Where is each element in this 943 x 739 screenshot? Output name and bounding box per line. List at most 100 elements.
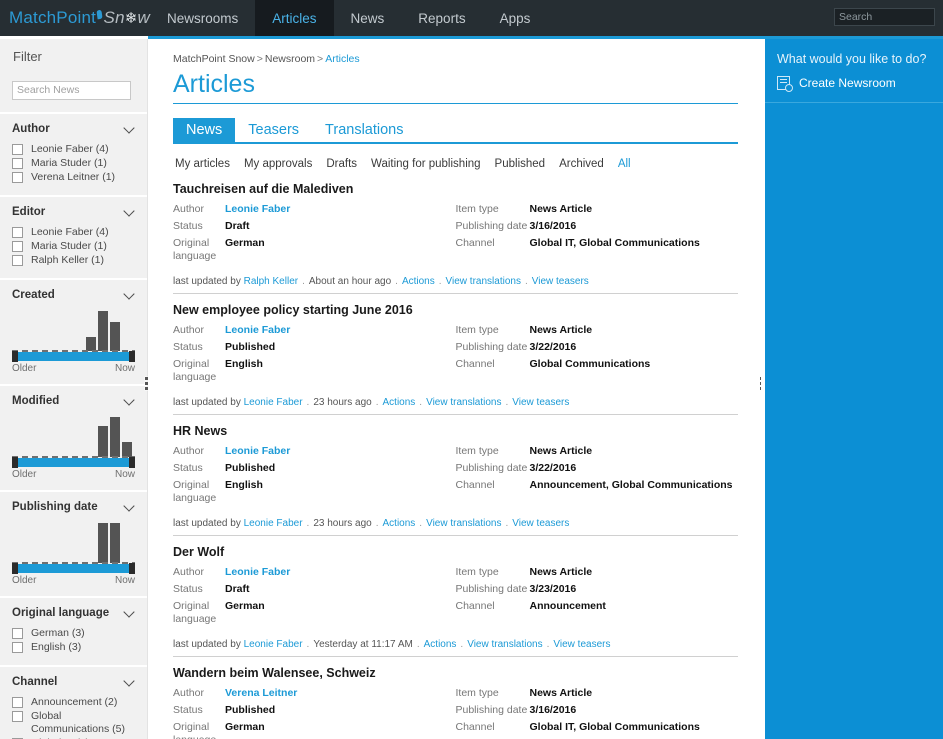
filter-section-author-header[interactable]: Author bbox=[12, 123, 135, 135]
article-author-value[interactable]: Leonie Faber bbox=[225, 566, 290, 580]
nav-tab-news[interactable]: News bbox=[334, 0, 402, 36]
article-view-teasers-link[interactable]: View teasers bbox=[512, 518, 569, 529]
filter-option-editor-0[interactable]: Leonie Faber (4) bbox=[12, 226, 135, 239]
filter-option-author-1[interactable]: Maria Studer (1) bbox=[12, 157, 135, 170]
article-title[interactable]: Wandern beim Walensee, Schweiz bbox=[173, 666, 738, 680]
range-slider-track[interactable] bbox=[12, 455, 135, 468]
slider-handle-left[interactable] bbox=[12, 562, 18, 574]
subnav-my-articles[interactable]: My articles bbox=[175, 158, 230, 170]
checkbox[interactable] bbox=[12, 627, 23, 639]
nav-tab-articles[interactable]: Articles bbox=[255, 0, 334, 36]
checkbox[interactable] bbox=[12, 240, 23, 252]
range-slider-track[interactable] bbox=[12, 349, 135, 362]
range-slider-track[interactable] bbox=[12, 561, 135, 574]
filter-option-editor-2[interactable]: Ralph Keller (1) bbox=[12, 254, 135, 267]
subnav-all[interactable]: All bbox=[618, 158, 631, 170]
slider-handle-right[interactable] bbox=[129, 562, 135, 574]
chevron-down-icon[interactable] bbox=[124, 395, 135, 406]
article-title[interactable]: Der Wolf bbox=[173, 545, 738, 559]
subnav-published[interactable]: Published bbox=[495, 158, 546, 170]
filter-section-channel-header[interactable]: Channel bbox=[12, 676, 135, 688]
filter-section-title: Editor bbox=[12, 205, 46, 218]
article-view-teasers-link[interactable]: View teasers bbox=[532, 276, 589, 287]
tab-translations[interactable]: Translations bbox=[312, 118, 416, 142]
breadcrumb-item-articles[interactable]: Articles bbox=[325, 53, 359, 65]
tab-news[interactable]: News bbox=[173, 118, 236, 142]
breadcrumb-item-newsroom[interactable]: Newsroom bbox=[265, 53, 315, 65]
filter-search-input[interactable] bbox=[12, 80, 131, 100]
checkbox[interactable] bbox=[12, 641, 23, 653]
filter-option-editor-1[interactable]: Maria Studer (1) bbox=[12, 240, 135, 253]
article-updated-by[interactable]: Ralph Keller bbox=[244, 276, 298, 287]
filter-section-original-language-header[interactable]: Original language bbox=[12, 607, 135, 619]
slider-handle-right[interactable] bbox=[129, 350, 135, 362]
filter-option-language-1[interactable]: English (3) bbox=[12, 641, 135, 654]
article-title[interactable]: HR News bbox=[173, 424, 738, 438]
nav-tab-reports[interactable]: Reports bbox=[401, 0, 482, 36]
nav-tab-apps[interactable]: Apps bbox=[483, 0, 548, 36]
subnav-drafts[interactable]: Drafts bbox=[326, 158, 357, 170]
chevron-down-icon[interactable] bbox=[124, 289, 135, 300]
checkbox[interactable] bbox=[12, 157, 23, 169]
article-updated-by[interactable]: Leonie Faber bbox=[244, 397, 303, 408]
publishing-date-histogram-slider[interactable]: Older Now bbox=[12, 521, 135, 586]
article-channel-row: Channel Global Communications bbox=[456, 358, 739, 372]
filter-section-modified-header[interactable]: Modified bbox=[12, 395, 135, 407]
article-actions-link[interactable]: Actions bbox=[383, 518, 416, 529]
article-title[interactable]: New employee policy starting June 2016 bbox=[173, 303, 738, 317]
filter-option-language-0[interactable]: German (3) bbox=[12, 627, 135, 640]
article-author-value[interactable]: Leonie Faber bbox=[225, 324, 290, 338]
filter-option-channel-1[interactable]: Global Communications (5) bbox=[12, 710, 135, 736]
article-title[interactable]: Tauchreisen auf die Malediven bbox=[173, 182, 738, 196]
global-search-input[interactable] bbox=[834, 8, 935, 26]
created-histogram-slider[interactable]: Older Now bbox=[12, 309, 135, 374]
checkbox[interactable] bbox=[12, 710, 23, 722]
subnav-waiting-for-publishing[interactable]: Waiting for publishing bbox=[371, 158, 481, 170]
filter-section-publishing-date-header[interactable]: Publishing date bbox=[12, 501, 135, 513]
create-newsroom-action[interactable]: Create Newsroom bbox=[777, 76, 943, 92]
article-view-translations-link[interactable]: View translations bbox=[426, 518, 501, 529]
app-logo[interactable]: MatchPoint Sn❄w bbox=[0, 0, 150, 36]
filter-section-created-header[interactable]: Created bbox=[12, 289, 135, 301]
article-author-value[interactable]: Verena Leitner bbox=[225, 687, 297, 701]
article-view-teasers-link[interactable]: View teasers bbox=[512, 397, 569, 408]
article-view-translations-link[interactable]: View translations bbox=[467, 639, 542, 650]
checkbox[interactable] bbox=[12, 696, 23, 708]
breadcrumb: MatchPoint Snow > Newsroom > Articles bbox=[173, 53, 738, 65]
article-actions-link[interactable]: Actions bbox=[383, 397, 416, 408]
article-actions-link[interactable]: Actions bbox=[424, 639, 457, 650]
filter-option-author-0[interactable]: Leonie Faber (4) bbox=[12, 143, 135, 156]
subnav-archived[interactable]: Archived bbox=[559, 158, 604, 170]
checkbox[interactable] bbox=[12, 254, 23, 266]
filter-option-channel-0[interactable]: Announcement (2) bbox=[12, 696, 135, 709]
chevron-down-icon[interactable] bbox=[124, 607, 135, 618]
article-fields-left: Author Verena Leitner Status Published Origi… bbox=[173, 687, 456, 739]
chevron-down-icon[interactable] bbox=[124, 501, 135, 512]
chevron-down-icon[interactable] bbox=[124, 676, 135, 687]
slider-handle-left[interactable] bbox=[12, 350, 18, 362]
filter-section-editor-header[interactable]: Editor bbox=[12, 206, 135, 218]
article-actions-link[interactable]: Actions bbox=[402, 276, 435, 287]
slider-handle-left[interactable] bbox=[12, 456, 18, 468]
article-author-value[interactable]: Leonie Faber bbox=[225, 445, 290, 459]
article-view-teasers-link[interactable]: View teasers bbox=[553, 639, 610, 650]
chevron-down-icon[interactable] bbox=[124, 206, 135, 217]
article-author-value[interactable]: Leonie Faber bbox=[225, 203, 290, 217]
article-view-translations-link[interactable]: View translations bbox=[426, 397, 501, 408]
subnav-my-approvals[interactable]: My approvals bbox=[244, 158, 312, 170]
chevron-down-icon[interactable] bbox=[124, 123, 135, 134]
filter-option-author-2[interactable]: Verena Leitner (1) bbox=[12, 171, 135, 184]
breadcrumb-item-root[interactable]: MatchPoint Snow bbox=[173, 53, 255, 65]
slider-handle-right[interactable] bbox=[129, 456, 135, 468]
tab-teasers[interactable]: Teasers bbox=[235, 118, 312, 142]
checkbox[interactable] bbox=[12, 226, 23, 238]
article-view-translations-link[interactable]: View translations bbox=[446, 276, 521, 287]
article-updated-by[interactable]: Leonie Faber bbox=[244, 518, 303, 529]
checkbox[interactable] bbox=[12, 143, 23, 155]
actions-panel: What would you like to do? Create Newsro… bbox=[765, 39, 943, 739]
article-channel-label: Channel bbox=[455, 479, 495, 491]
nav-tab-newsrooms[interactable]: Newsrooms bbox=[150, 0, 255, 36]
modified-histogram-slider[interactable]: Older Now bbox=[12, 415, 135, 480]
article-updated-by[interactable]: Leonie Faber bbox=[244, 639, 303, 650]
checkbox[interactable] bbox=[12, 171, 23, 183]
